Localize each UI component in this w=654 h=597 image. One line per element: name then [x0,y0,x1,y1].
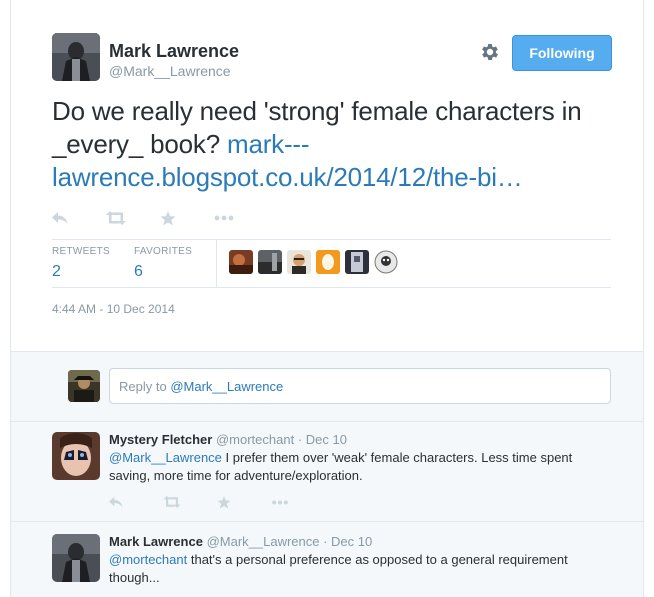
reply-input-mention: @Mark__Lawrence [170,379,284,394]
reply-date[interactable]: Dec 10 [306,432,347,447]
reply-input-prefix: Reply to [119,379,167,394]
retweets-stat[interactable]: RETWEETS 2 [52,246,110,281]
current-user-avatar [68,370,100,402]
reply-header: Mystery Fletcher @mortechant · Dec 10 [109,432,347,447]
favoriter-avatar[interactable] [229,250,253,274]
reply-item: Mark Lawrence @Mark__Lawrence · Dec 10 @… [11,521,643,597]
favoriter-avatar[interactable] [345,250,369,274]
favoriter-avatar[interactable] [316,250,340,274]
favorite-star-icon[interactable] [160,209,214,227]
reply-author-name[interactable]: Mark Lawrence [109,534,203,549]
favorites-count[interactable]: 6 [134,263,192,281]
tweet-timestamp[interactable]: 4:44 AM - 10 Dec 2014 [52,302,175,316]
more-dots-icon[interactable] [271,493,325,511]
retweets-count[interactable]: 2 [52,263,110,281]
retweets-label: RETWEETS [52,246,110,257]
reply-input[interactable]: Reply to @Mark__Lawrence [109,368,611,404]
reply-mention[interactable]: @Mark__Lawrence [109,450,222,465]
reply-header: Mark Lawrence @Mark__Lawrence · Dec 10 [109,534,372,549]
meta-separator: · [319,534,332,549]
tweet-text: Do we really need 'strong' female charac… [52,95,622,194]
reply-author-handle[interactable]: @mortechant [216,432,294,447]
meta-separator: · [294,432,306,447]
reply-avatar[interactable] [52,432,100,480]
favoriter-avatar[interactable] [287,250,311,274]
favorite-star-icon[interactable] [217,493,271,511]
author-name[interactable]: Mark Lawrence [109,41,239,62]
divider [52,239,611,240]
favoriter-avatar[interactable] [258,250,282,274]
reply-text: @mortechant that's a personal preference… [109,551,589,587]
reply-mention[interactable]: @mortechant [109,552,187,567]
reply-author-handle[interactable]: @Mark__Lawrence [207,534,320,549]
replies-section: Reply to @Mark__Lawrence Mystery Fletche… [11,351,643,597]
divider [52,287,611,288]
reply-actions [109,493,325,511]
tweet-actions [52,209,268,227]
stats-separator [216,240,217,287]
retweet-icon[interactable] [106,209,160,227]
reply-author-name[interactable]: Mystery Fletcher [109,432,212,447]
reply-date[interactable]: Dec 10 [331,534,372,549]
following-button[interactable]: Following [512,35,612,71]
author-handle[interactable]: @Mark__Lawrence [109,63,231,79]
favoriter-avatar[interactable] [374,250,398,274]
reply-text: @Mark__Lawrence I prefer them over 'weak… [109,449,589,485]
tweet-text-body: Do we really need 'strong' female charac… [52,96,582,159]
favoriter-avatars [229,250,403,274]
reply-avatar[interactable] [52,534,100,582]
author-avatar[interactable] [52,33,100,81]
favorites-label: FAVORITES [134,246,193,257]
more-dots-icon[interactable] [214,209,268,227]
tweet-card: Mark Lawrence @Mark__Lawrence Following … [10,0,644,597]
reply-icon[interactable] [52,209,106,227]
reply-item: Mystery Fletcher @mortechant · Dec 10 @M… [11,421,643,521]
retweet-icon[interactable] [163,493,217,511]
reply-icon[interactable] [109,493,163,511]
favorites-stat[interactable]: FAVORITES 6 [134,246,192,281]
gear-icon[interactable] [479,41,501,63]
